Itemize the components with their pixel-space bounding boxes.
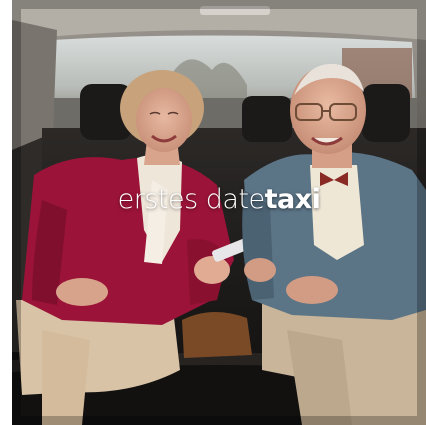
caption-light-text: erstes date	[117, 184, 266, 215]
caption-bold-text: taxi	[264, 184, 321, 215]
video-frame: erstes datetaxi	[12, 0, 426, 425]
caption-overlay: erstes datetaxi	[12, 184, 426, 215]
